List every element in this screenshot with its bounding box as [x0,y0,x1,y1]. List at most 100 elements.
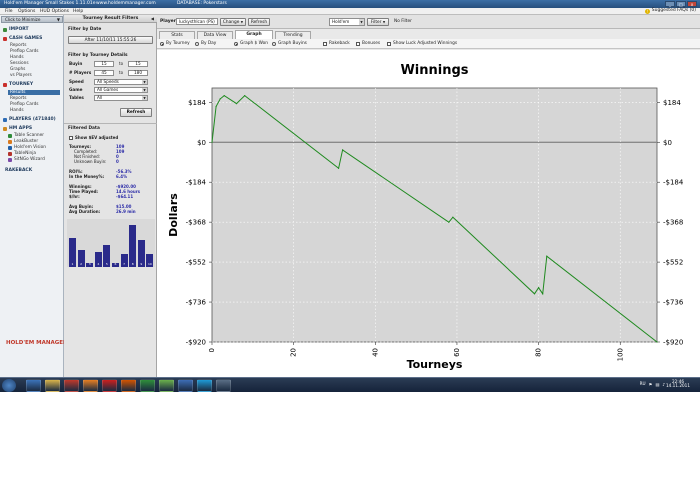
menu-help[interactable]: Help [73,9,83,15]
y-tick-label-right: $0 [663,139,672,147]
language-indicator[interactable]: RU [640,381,646,387]
histogram-bar: 1 [69,238,76,267]
nav-players[interactable]: PLAYERS (471840) [3,117,56,123]
nav-tourney-results[interactable]: Results [8,90,60,96]
buyin-to-input[interactable]: 15 [128,61,148,67]
graph-buyins-radio[interactable]: Graph Buyins [272,41,307,47]
tourney-result-filters: Tourney Result Filters ◀ Filter by Date … [64,15,157,377]
filters-refresh-button[interactable]: Refresh [120,108,152,117]
game-value: All Games [97,87,119,92]
data-point [235,103,238,105]
rakeback-label: Rakeback [329,41,350,46]
holdem-manager-icon[interactable] [64,379,79,392]
nav-app-holdem-vision[interactable]: Hold'em Vision [8,145,46,151]
filter-by-date-heading: Filter by Date [68,27,102,32]
nav-import[interactable]: IMPORT [3,27,29,33]
nav-tourney-preflop-cards[interactable]: Preflop Cards [10,102,39,107]
nav-cash-graphs[interactable]: Graphs [10,67,25,72]
nav-cash-reports[interactable]: Reports [10,43,26,48]
show-luck-checkbox[interactable]: Show Luck Adjusted Winnings [387,41,457,47]
graph-won-radio[interactable]: Graph $ Won [234,41,268,47]
browser-icon[interactable] [121,379,136,392]
nav-app-sitngo-wizard[interactable]: SitNGo Wizard [8,157,45,163]
nav-tourney-hands[interactable]: Hands [10,108,24,113]
icq-icon[interactable] [159,379,174,392]
skype-icon[interactable] [197,379,212,392]
nav-hm-apps[interactable]: HM APPS [3,126,32,132]
date-filter-button[interactable]: After 11/10/11 15:55:26 [68,36,153,44]
player-field[interactable]: luckysthlcan (PS) [176,18,218,25]
nav-tourney-reports[interactable]: Reports [10,96,26,101]
utorrent-icon[interactable] [140,379,155,392]
y-tick-label: -$184 [186,179,207,187]
data-point [219,98,221,100]
nav-app-table-scanner[interactable]: Table Scanner [8,133,44,139]
tables-select[interactable]: All ▼ [94,95,148,101]
menu-file[interactable]: File [5,9,13,15]
chevron-down-icon: ▼ [142,80,147,84]
nav-cash-sessions[interactable]: Sessions [10,61,29,66]
toolbar-refresh-button[interactable]: Refresh [248,18,270,26]
nav-app-tableninja[interactable]: TableNinja [8,151,36,157]
media-player-icon[interactable] [83,379,98,392]
start-button[interactable] [2,379,16,392]
change-player-button[interactable]: Change ▼ [220,18,246,26]
game-select[interactable]: All Games ▼ [94,87,148,93]
menu-hud-options[interactable]: HUD Options [40,9,69,15]
x-tick-label: 40 [371,348,379,357]
x-tick-label: 80 [535,348,543,357]
y-axis-label: Dollars [167,193,180,237]
game-type-select[interactable]: Hold'em ▼ [329,18,365,26]
nav-rakeback[interactable]: RAKEBACK [5,168,32,174]
chevron-left-icon[interactable]: ◀ [151,17,154,21]
chevron-down-icon: ▼ [240,19,244,24]
chart-title: Winnings [400,63,468,78]
close-window-button[interactable]: x [687,1,697,7]
per-hour-value: -$64.11 [116,194,134,199]
itm-value: 6.4% [116,174,128,179]
menu-options[interactable]: Options [18,9,35,15]
tableninja-icon [8,152,12,157]
system-tray: RU ⚑ ▤ ♪ [640,381,665,387]
histogram-bar: 4 [94,251,102,267]
by-tourney-label: By Tourney [166,41,190,46]
filter-button[interactable]: Filter ▼ [367,18,389,26]
apps-icon [3,127,7,132]
clock[interactable]: 22:46 14.11.2011 [666,379,690,388]
show-ev-checkbox[interactable]: Show $EV adjusted [69,136,118,140]
suggested-faqs[interactable]: ! Suggested FAQs (0) [644,9,696,14]
nav-cash-games[interactable]: CASH GAMES [3,36,42,42]
data-point [452,216,454,218]
paint-icon[interactable] [178,379,193,392]
calculator-icon[interactable] [216,379,231,392]
folder-icon[interactable] [45,379,60,392]
minimize-panel-button[interactable]: Click to Minimize ▼ [1,16,63,23]
rakeback-checkbox[interactable]: Rakeback [323,41,350,47]
histogram-bar: 8 [129,225,137,267]
nav-tourney[interactable]: TOURNEY [3,82,33,88]
bonuses-checkbox[interactable]: Bonuses [356,41,380,47]
histogram-bar-label: 9 [140,262,143,266]
by-day-radio[interactable]: By Day [195,41,216,47]
players-to-input[interactable]: 180 [128,70,148,76]
minimize-panel-label: Click to Minimize [5,17,41,22]
flag-icon[interactable]: ⚑ [649,382,653,387]
explorer-icon[interactable] [26,379,41,392]
nav-cash-vs-players[interactable]: vs Players [10,73,32,78]
players-from-input[interactable]: 45 [94,70,114,76]
maximize-window-button[interactable]: □ [676,1,686,7]
nav-cash-hands[interactable]: Hands [10,55,24,60]
buyin-from-input[interactable]: 15 [94,61,114,67]
nav-cash-preflop-cards[interactable]: Preflop Cards [10,49,39,54]
speed-select[interactable]: All Speeds ▼ [94,79,148,85]
table-scanner-icon [8,134,12,139]
import-icon [3,28,7,33]
opera-icon[interactable] [102,379,117,392]
by-tourney-radio[interactable]: By Tourney [160,41,190,47]
volume-icon[interactable]: ♪ [662,382,665,387]
nav-app-leakbuster[interactable]: LeakBuster [8,139,38,145]
network-icon[interactable]: ▤ [655,382,659,387]
minimize-window-button[interactable]: _ [665,1,675,7]
holdem-vision-icon [8,146,12,151]
view-tabs: Stats Data View Graph Trending [157,30,700,40]
